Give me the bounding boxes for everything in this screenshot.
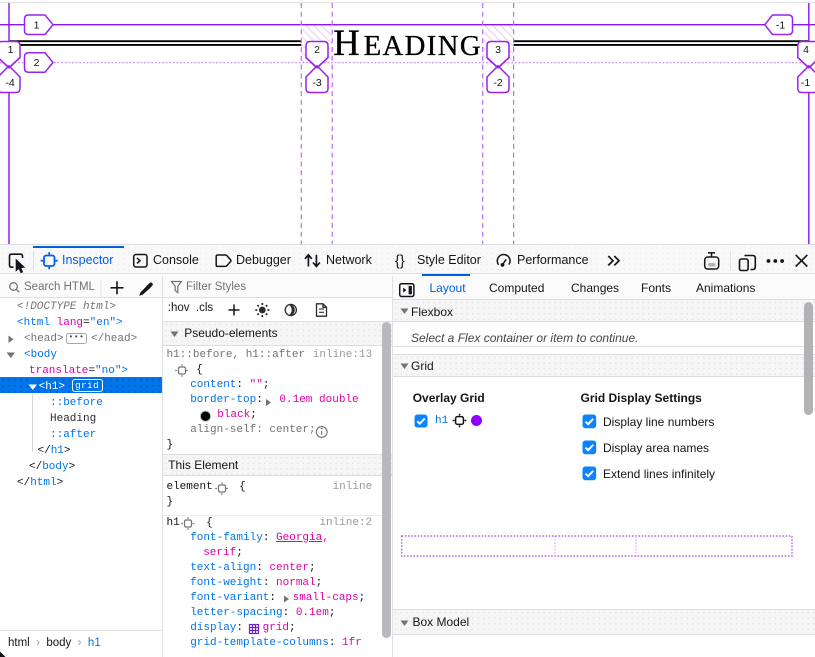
svg-text:-2: -2 — [493, 77, 502, 89]
svg-text:2: 2 — [314, 44, 320, 56]
svg-text:{}: {} — [395, 254, 405, 270]
svg-text:1: 1 — [8, 44, 14, 56]
svg-text:-1: -1 — [801, 77, 810, 89]
svg-text:-4: -4 — [5, 77, 14, 89]
svg-text:-1: -1 — [776, 19, 785, 31]
svg-text:2: 2 — [34, 57, 40, 69]
svg-text:4: 4 — [803, 44, 809, 56]
svg-text:-3: -3 — [312, 77, 321, 89]
svg-text:3: 3 — [495, 44, 501, 56]
svg-text:1: 1 — [34, 19, 40, 31]
